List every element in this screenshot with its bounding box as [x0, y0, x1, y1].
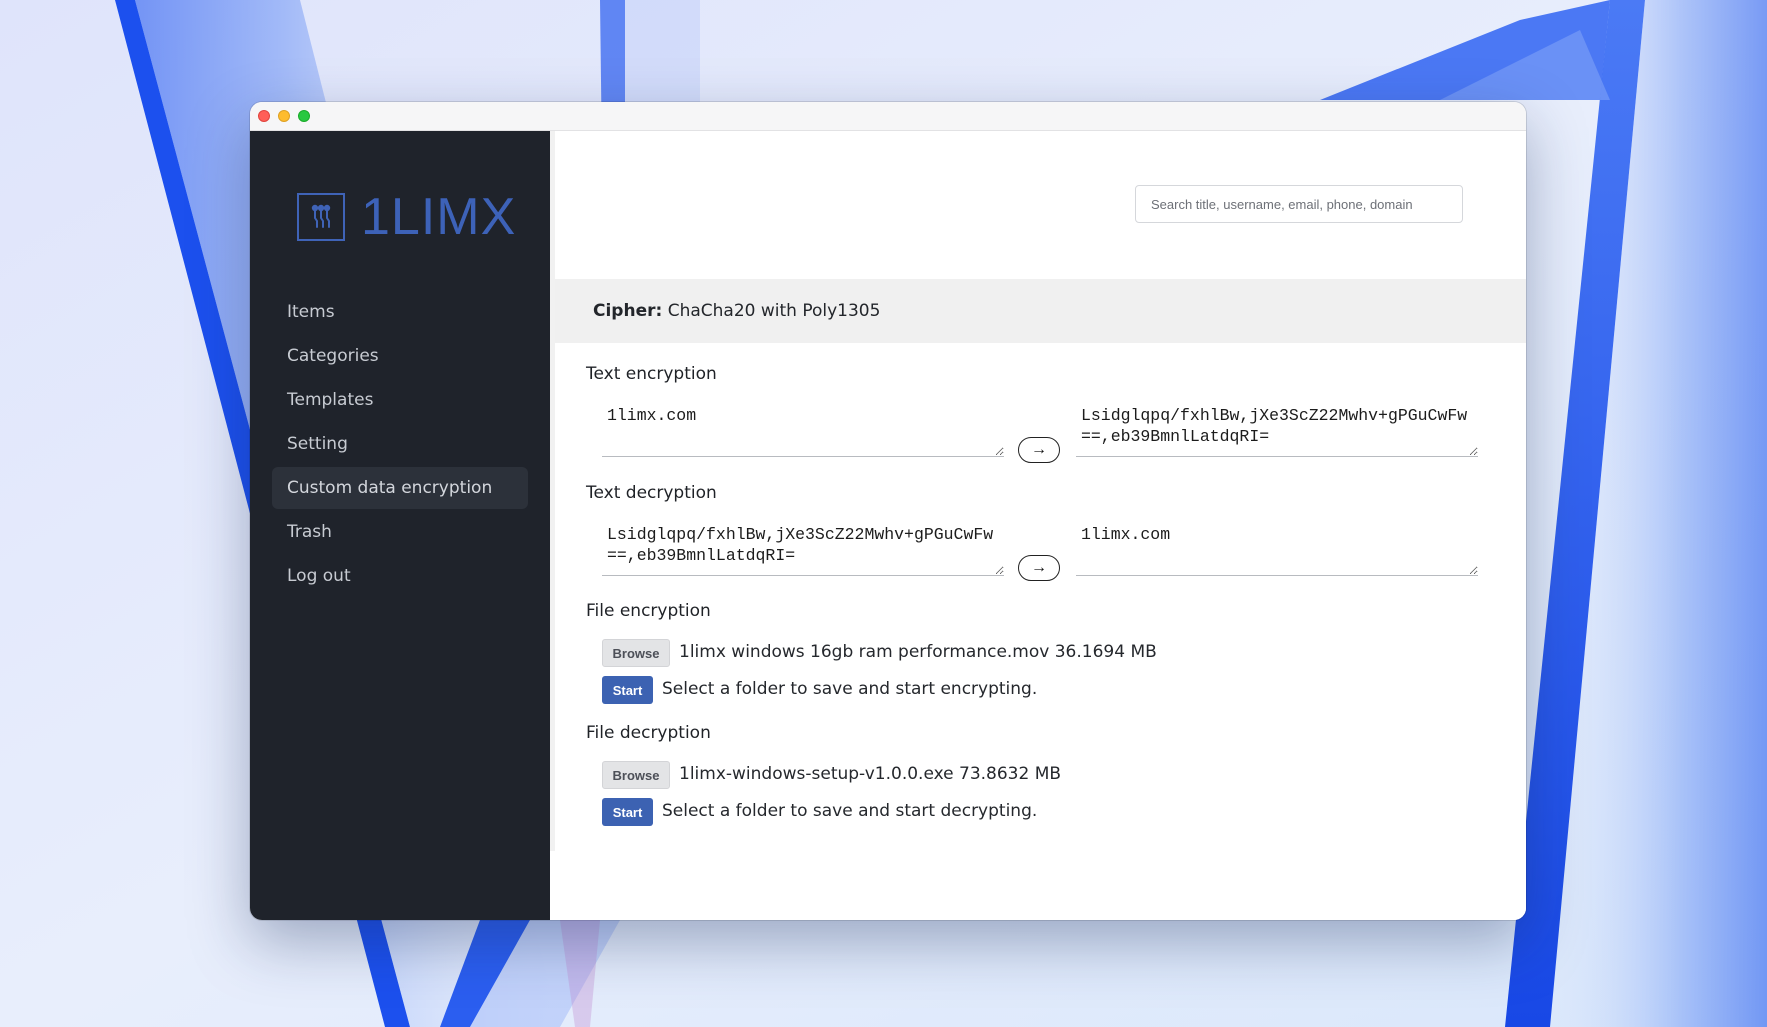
- file-decryption-browse-button[interactable]: Browse: [602, 761, 670, 789]
- file-encryption-hint: Select a folder to save and start encryp…: [662, 679, 1038, 699]
- text-encryption-output[interactable]: Lsidglqpq/fxhlBw,jXe3ScZ22Mwhv+gPGuCwFw=…: [1076, 399, 1478, 457]
- sidebar: 1LIMX Items Categories Templates Setting…: [250, 131, 550, 920]
- main-content: Cipher: ChaCha20 with Poly1305 Text encr…: [550, 131, 1526, 920]
- decrypt-text-button[interactable]: →: [1018, 555, 1060, 581]
- app-logo[interactable]: 1LIMX: [297, 191, 516, 243]
- search-input[interactable]: [1135, 185, 1463, 223]
- text-encryption-input[interactable]: 1limx.com: [602, 399, 1004, 457]
- file-encryption-start-button[interactable]: Start: [602, 676, 653, 704]
- arrow-right-icon: →: [1031, 441, 1047, 458]
- sidebar-item-templates[interactable]: Templates: [272, 379, 528, 421]
- file-decryption-file-info: 1limx-windows-setup-v1.0.0.exe 73.8632 M…: [679, 764, 1062, 784]
- desktop: 1LIMX Items Categories Templates Setting…: [0, 0, 1767, 1027]
- cipher-info-bar: Cipher: ChaCha20 with Poly1305: [555, 279, 1526, 343]
- window-minimize-button[interactable]: [278, 110, 290, 122]
- sidebar-item-categories[interactable]: Categories: [272, 335, 528, 377]
- cipher-value: ChaCha20 with Poly1305: [667, 301, 881, 321]
- sidebar-item-setting[interactable]: Setting: [272, 423, 528, 465]
- window-maximize-button[interactable]: [298, 110, 310, 122]
- file-decryption-hint: Select a folder to save and start decryp…: [662, 801, 1038, 821]
- arrow-right-icon: →: [1031, 559, 1047, 576]
- file-encryption-browse-button[interactable]: Browse: [602, 639, 670, 667]
- file-decryption-title: File decryption: [586, 723, 711, 743]
- text-encryption-title: Text encryption: [586, 364, 717, 384]
- logo-icon: [297, 193, 345, 241]
- logo-text: 1LIMX: [361, 188, 517, 246]
- text-decryption-title: Text decryption: [586, 483, 717, 503]
- encrypt-text-button[interactable]: →: [1018, 437, 1060, 463]
- sidebar-item-trash[interactable]: Trash: [272, 511, 528, 553]
- sidebar-item-items[interactable]: Items: [272, 291, 528, 333]
- sidebar-item-custom-data-encryption[interactable]: Custom data encryption: [272, 467, 528, 509]
- text-decryption-output[interactable]: 1limx.com: [1076, 518, 1478, 576]
- file-encryption-file-info: 1limx windows 16gb ram performance.mov 3…: [679, 642, 1157, 662]
- main-divider: [550, 131, 555, 851]
- file-encryption-title: File encryption: [586, 601, 711, 621]
- window-titlebar[interactable]: [250, 102, 1526, 131]
- file-decryption-start-button[interactable]: Start: [602, 798, 653, 826]
- sidebar-nav: Items Categories Templates Setting Custo…: [272, 291, 528, 599]
- window-close-button[interactable]: [258, 110, 270, 122]
- text-decryption-input[interactable]: Lsidglqpq/fxhlBw,jXe3ScZ22Mwhv+gPGuCwFw=…: [602, 518, 1004, 576]
- sidebar-item-log-out[interactable]: Log out: [272, 555, 528, 597]
- cipher-label: Cipher:: [593, 301, 663, 321]
- app-window: 1LIMX Items Categories Templates Setting…: [250, 102, 1526, 920]
